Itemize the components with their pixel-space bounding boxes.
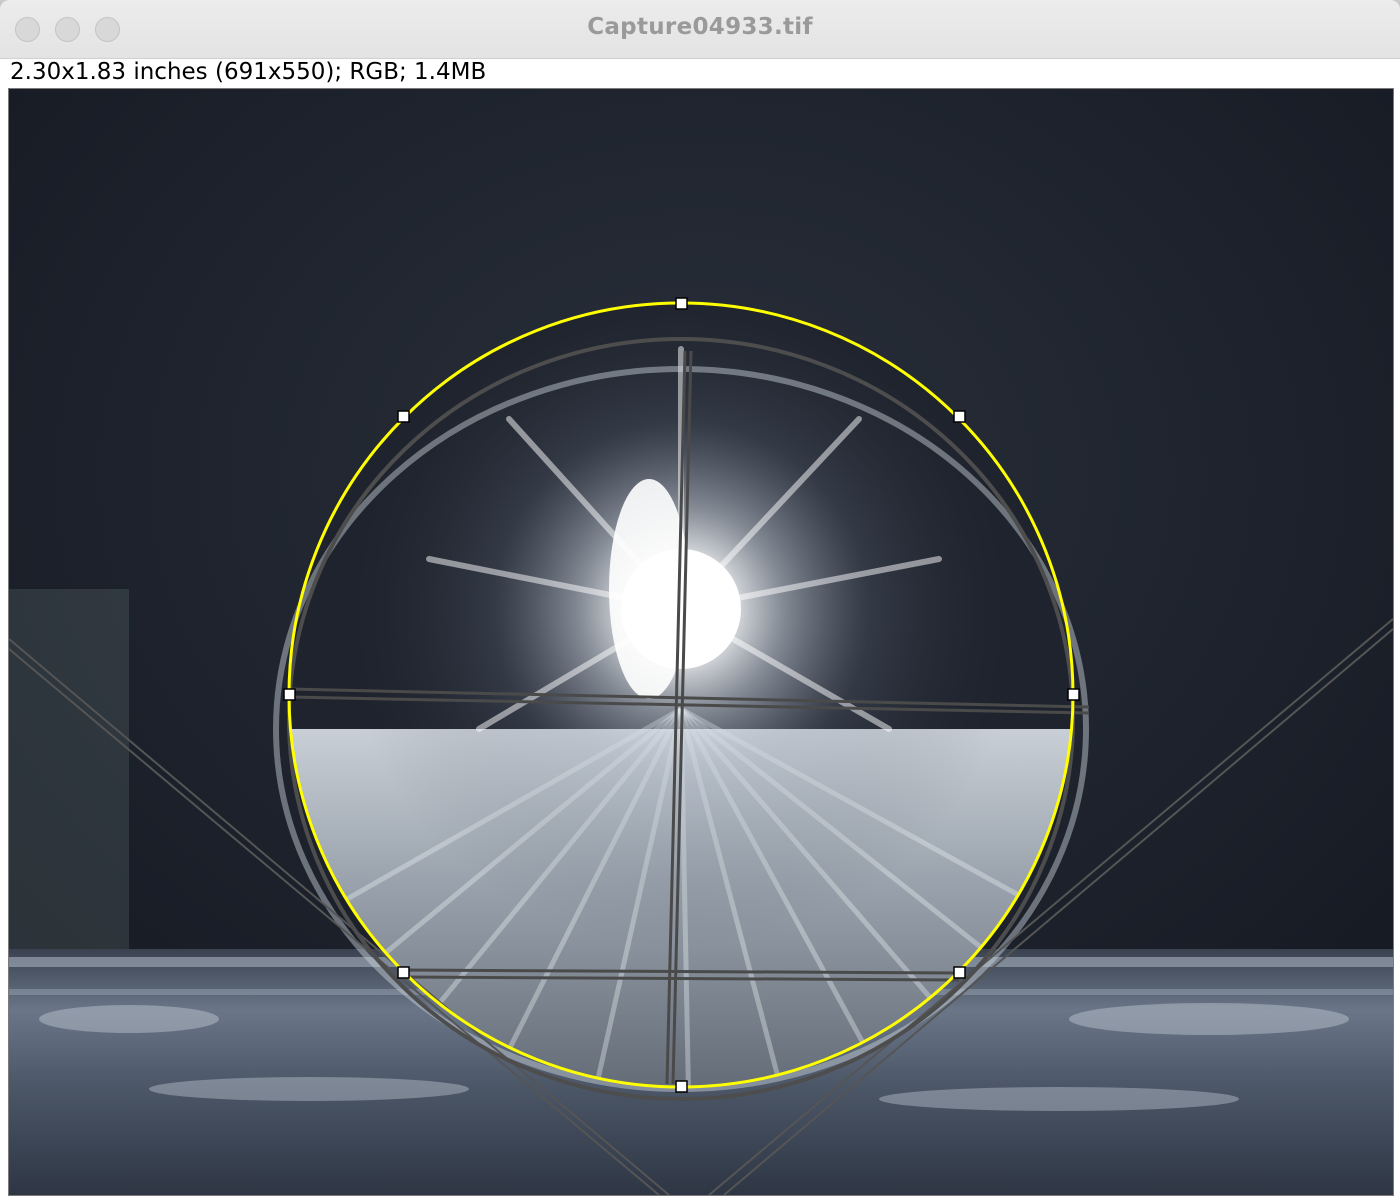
handle-top: [675, 297, 688, 310]
handle-bottom-left: [397, 966, 410, 979]
handle-bottom-right: [953, 966, 966, 979]
handle-bottom: [675, 1080, 688, 1093]
image-info-text: 2.30x1.83 inches (691x550); RGB; 1.4MB: [10, 59, 487, 85]
window-title: Capture04933.tif: [587, 14, 813, 40]
handle-left: [283, 688, 296, 701]
title-bar[interactable]: Capture04933.tif: [0, 0, 1400, 59]
droplet-image: [9, 89, 1393, 1195]
image-window: Capture04933.tif 2.30x1.83 inches (691x5…: [0, 0, 1400, 1202]
image-canvas[interactable]: [8, 88, 1394, 1196]
handle-top-left: [397, 410, 410, 423]
handle-right: [1067, 688, 1080, 701]
handle-top-right: [953, 410, 966, 423]
